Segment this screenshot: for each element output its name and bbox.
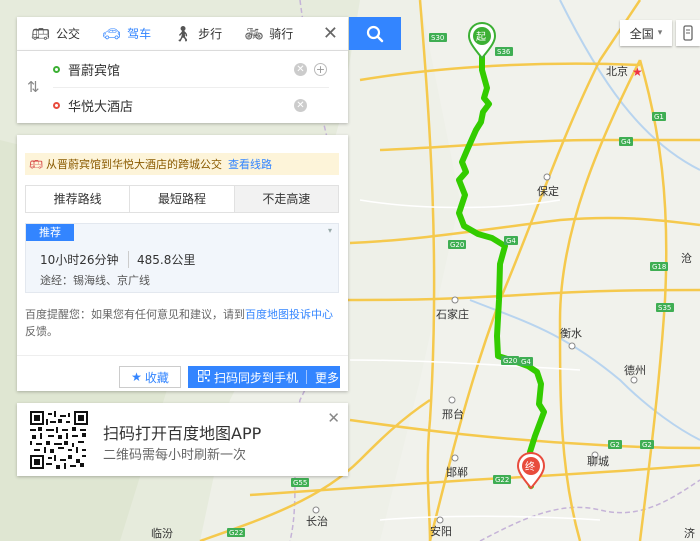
svg-text:G22: G22 (495, 476, 509, 484)
svg-text:G2: G2 (642, 441, 652, 449)
svg-text:G4: G4 (521, 358, 531, 366)
svg-text:S30: S30 (431, 34, 444, 42)
add-waypoint-icon[interactable]: + (314, 62, 327, 76)
svg-text:S36: S36 (497, 48, 511, 56)
swap-icon[interactable]: ⇅ (27, 78, 40, 96)
bus-icon: 🚌︎ (31, 24, 51, 43)
svg-text:G55: G55 (293, 479, 307, 487)
svg-text:石家庄: 石家庄 (436, 307, 469, 321)
close-icon[interactable]: ✕ (323, 23, 338, 44)
qr-code-image (30, 411, 88, 469)
svg-text:G22: G22 (229, 529, 243, 537)
svg-text:北京: 北京 (606, 64, 628, 78)
svg-text:临汾: 临汾 (151, 526, 173, 540)
route-summary-card[interactable]: 推荐 ▾ 10小时26分钟 485.8公里 途经：锡海线、京广线 (25, 223, 339, 293)
car-icon: 🚗︎ (102, 24, 122, 43)
tab-recommended[interactable]: 推荐路线 (26, 186, 131, 212)
svg-text:衡水: 衡水 (560, 327, 582, 340)
more-button[interactable]: 更多 (315, 369, 339, 386)
qr-title: 扫码打开百度地图APP (103, 424, 262, 443)
tab-no-highway[interactable]: 不走高速 (234, 186, 338, 212)
close-icon[interactable]: ✕ (327, 409, 340, 427)
layer-toggle[interactable] (676, 20, 700, 46)
route-tabs: 推荐路线 最短路程 不走高速 (25, 185, 339, 213)
qr-scan-icon (198, 369, 210, 385)
star-icon: ★ (131, 370, 142, 384)
svg-text:G4: G4 (506, 237, 516, 245)
search-icon (366, 25, 384, 42)
svg-text:终: 终 (525, 460, 535, 473)
search-button[interactable] (349, 17, 401, 50)
clear-end-icon[interactable]: ✕ (294, 98, 307, 112)
svg-text:邯郸: 邯郸 (446, 465, 468, 479)
start-dot-icon (53, 65, 60, 73)
view-transit-link[interactable]: 查看线路 (228, 156, 272, 172)
end-field[interactable]: 华悦大酒店 ✕ (53, 87, 343, 123)
city-liaocheng: 聊城 (587, 451, 609, 468)
qr-subtitle: 二维码需每小时刷新一次 (103, 448, 247, 463)
svg-text:起: 起 (476, 31, 486, 43)
start-field[interactable]: 晋蔚宾馆 ✕ + (53, 51, 343, 87)
svg-text:G20: G20 (503, 357, 517, 365)
clear-start-icon[interactable]: ✕ (294, 62, 307, 76)
sync-to-phone-button[interactable]: 扫码同步到手机 更多 (188, 366, 340, 388)
recommend-badge: 推荐 (26, 224, 74, 241)
chevron-down-icon[interactable]: ▾ (328, 226, 332, 235)
svg-text:★: ★ (632, 65, 643, 79)
svg-text:G1: G1 (654, 113, 664, 121)
city-beijing: 北京 ★ (606, 64, 643, 79)
bus-icon: 🚌︎ (29, 157, 43, 171)
end-dot-icon (53, 101, 60, 109)
svg-text:G2: G2 (610, 441, 620, 449)
layers-icon (683, 25, 693, 41)
route-inputs: ⇅ 晋蔚宾馆 ✕ + 华悦大酒店 ✕ (17, 51, 348, 123)
chevron-down-icon: ▾ (657, 28, 663, 38)
walk-icon: 🚶︎ (173, 24, 193, 43)
svg-text:聊城: 聊城 (587, 454, 609, 468)
route-via: 途经：锡海线、京广线 (40, 274, 150, 287)
complaint-center-link[interactable]: 百度地图投诉中心 (245, 308, 333, 321)
mode-bike[interactable]: 🚲︎ 骑行 (230, 17, 301, 50)
divider (17, 355, 348, 356)
svg-text:邢台: 邢台 (442, 407, 464, 421)
svg-text:德州: 德州 (624, 363, 646, 377)
mode-walk[interactable]: 🚶︎ 步行 (159, 17, 230, 50)
collect-button[interactable]: ★ 收藏 (119, 366, 181, 388)
feedback-notice: 百度提醒您：如果您有任何意见和建议，请到百度地图投诉中心反馈。 (25, 308, 333, 338)
route-results: 🚌︎ 从晋蔚宾馆到华悦大酒店的跨城公交 查看线路 推荐路线 最短路程 不走高速 … (17, 135, 348, 391)
bike-icon: 🚲︎ (244, 24, 264, 43)
mode-drive[interactable]: 🚗︎ 驾车 (88, 17, 159, 50)
svg-text:安阳: 安阳 (430, 524, 452, 538)
city-linfen: 临汾 (151, 526, 173, 540)
city-partial-label: 沧 (681, 251, 692, 265)
mode-bus[interactable]: 🚌︎ 公交 (17, 17, 88, 50)
svg-text:长治: 长治 (306, 514, 328, 528)
travel-mode-bar: 🚌︎ 公交 🚗︎ 驾车 🚶︎ 步行 🚲︎ 骑行 ✕ (17, 17, 348, 51)
transit-notice: 🚌︎ 从晋蔚宾馆到华悦大酒店的跨城公交 查看线路 (25, 153, 339, 175)
svg-text:S35: S35 (658, 304, 671, 312)
svg-text:G18: G18 (652, 263, 666, 271)
city-partial-label-2: 济 (684, 526, 695, 540)
svg-text:G20: G20 (450, 241, 464, 249)
city-selector[interactable]: 全国 ▾ (620, 20, 672, 46)
tab-shortest[interactable]: 最短路程 (130, 186, 235, 212)
svg-text:G4: G4 (621, 138, 631, 146)
qr-promo: 扫码打开百度地图APP 二维码需每小时刷新一次 ✕ (17, 403, 348, 476)
svg-text:保定: 保定 (537, 184, 559, 198)
route-time: 10小时26分钟 (40, 253, 119, 267)
route-distance: 485.8公里 (128, 251, 195, 268)
